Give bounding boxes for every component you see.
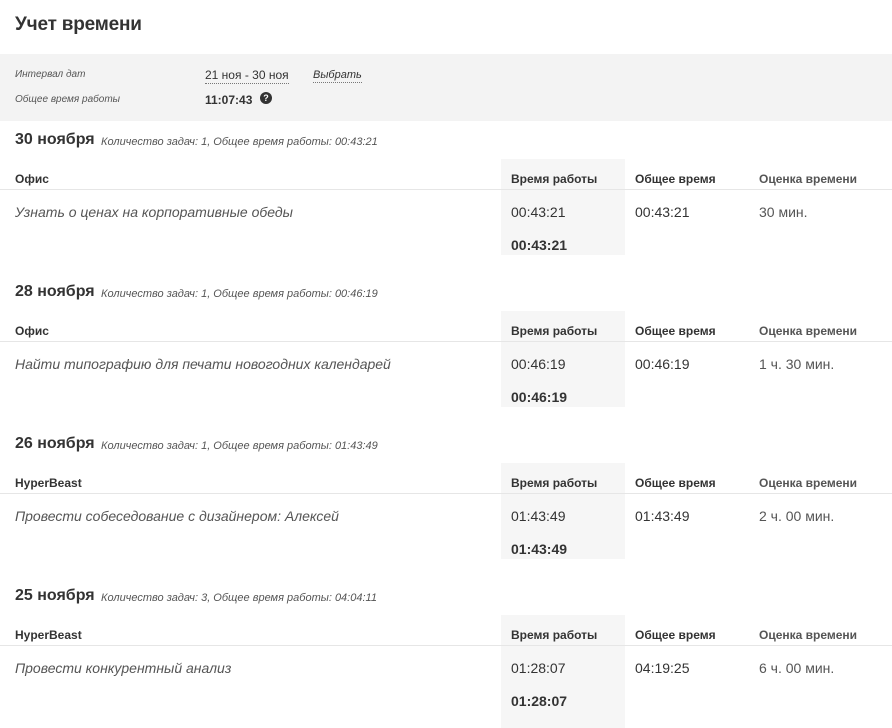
estimate-header: Оценка времени [759, 628, 858, 642]
total-time-header: Общее время [635, 172, 716, 186]
date-interval-value[interactable]: 21 ноя - 30 ноя [205, 68, 289, 84]
day-summary: Количество задач: 1, Общее время работы:… [101, 440, 378, 452]
estimate-header: Оценка времени [759, 476, 858, 490]
total-time-header: Общее время [635, 324, 716, 338]
total-time-header: Общее время [635, 628, 716, 642]
day-section: 28 ноября Количество задач: 1, Общее вре… [0, 283, 892, 435]
total-work-time-label: Общее время работы [15, 94, 121, 105]
project-name: Офис [15, 172, 49, 186]
total-work-time-value: 11:07:43 [205, 93, 253, 107]
work-time-subtotal: 01:28:07 [511, 693, 568, 709]
task-work-time: 00:43:21 [511, 204, 566, 220]
table-header-row: HyperBeast Время работы Общее время Оцен… [0, 463, 892, 494]
page-title: Учет времени [15, 14, 142, 35]
day-date: 26 ноября [15, 435, 95, 452]
day-summary: Количество задач: 3, Общее время работы:… [101, 592, 377, 604]
filter-panel: Интервал дат 21 ноя - 30 ноя Выбрать Общ… [0, 54, 892, 121]
task-name[interactable]: Найти типографию для печати новогодних к… [15, 356, 391, 372]
help-icon[interactable]: ? [260, 92, 272, 104]
task-name[interactable]: Провести собеседование с дизайнером: Але… [15, 508, 339, 524]
table-header-row: HyperBeast Время работы Общее время Оцен… [0, 615, 892, 646]
project-name: HyperBeast [15, 476, 82, 490]
day-date: 30 ноября [15, 131, 95, 148]
estimate-header: Оценка времени [759, 172, 858, 186]
day-date: 28 ноября [15, 283, 95, 300]
task-total-time: 01:43:49 [635, 508, 690, 524]
work-time-header: Время работы [511, 172, 598, 186]
choose-date-link[interactable]: Выбрать [313, 69, 362, 83]
work-time-subtotal: 01:43:49 [511, 541, 568, 557]
project-name: Офис [15, 324, 49, 338]
task-work-time: 01:43:49 [511, 508, 566, 524]
task-total-time: 04:19:25 [635, 660, 690, 676]
total-time-header: Общее время [635, 476, 716, 490]
task-estimate: 2 ч. 00 мин. [759, 508, 835, 524]
task-estimate: 1 ч. 30 мин. [759, 356, 835, 372]
work-time-header: Время работы [511, 324, 598, 338]
work-time-header: Время работы [511, 628, 598, 642]
task-total-time: 00:43:21 [635, 204, 690, 220]
task-work-time: 01:28:07 [511, 660, 566, 676]
day-summary: Количество задач: 1, Общее время работы:… [101, 288, 378, 300]
task-name[interactable]: Провести конкурентный анализ [15, 660, 231, 676]
day-section: 26 ноября Количество задач: 1, Общее вре… [0, 435, 892, 587]
task-estimate: 6 ч. 00 мин. [759, 660, 835, 676]
task-estimate: 30 мин. [759, 204, 808, 220]
estimate-header: Оценка времени [759, 324, 858, 338]
work-time-header: Время работы [511, 476, 598, 490]
task-work-time: 00:46:19 [511, 356, 566, 372]
day-date: 25 ноября [15, 587, 95, 604]
task-name[interactable]: Узнать о ценах на корпоративные обеды [15, 204, 293, 220]
work-time-subtotal: 00:46:19 [511, 389, 568, 405]
task-total-time: 00:46:19 [635, 356, 690, 372]
day-section: 30 ноября Количество задач: 1, Общее вре… [0, 131, 892, 283]
day-summary: Количество задач: 1, Общее время работы:… [101, 136, 378, 148]
day-section: 25 ноября Количество задач: 3, Общее вре… [0, 587, 892, 728]
table-header-row: Офис Время работы Общее время Оценка вре… [0, 311, 892, 342]
date-interval-label: Интервал дат [15, 69, 86, 80]
table-header-row: Офис Время работы Общее время Оценка вре… [0, 159, 892, 190]
project-name: HyperBeast [15, 628, 82, 642]
work-time-subtotal: 00:43:21 [511, 237, 568, 253]
